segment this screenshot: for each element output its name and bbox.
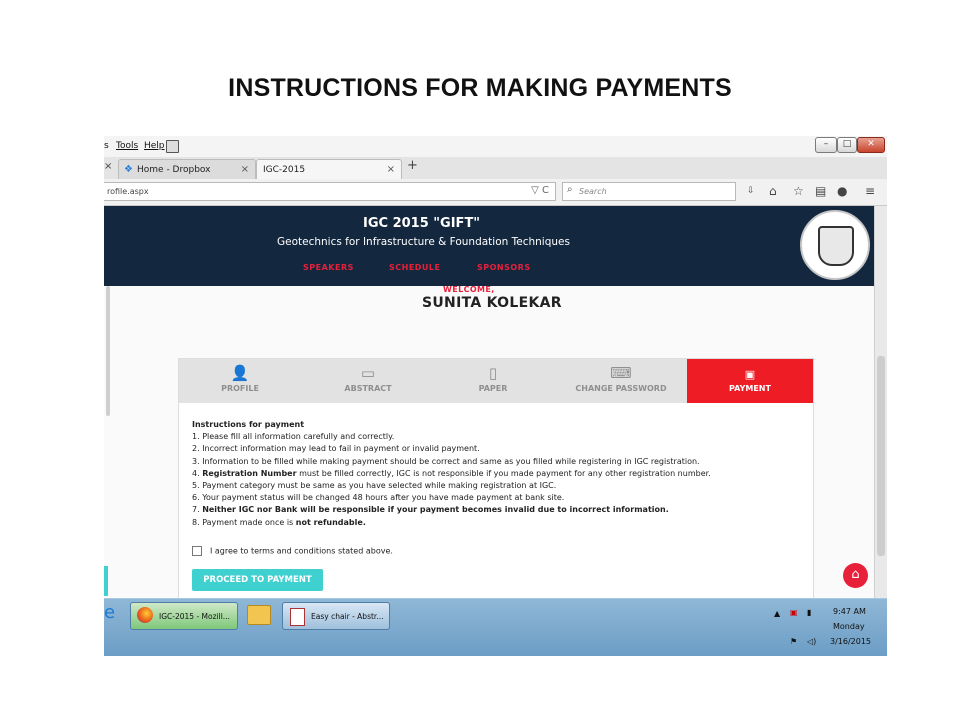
clipboard-icon[interactable]: ▤	[815, 185, 826, 197]
tab-bar: × ❖ Home - Dropbox × IGC-2015 × +	[104, 157, 887, 180]
instruction-item: 8. Payment made once is not refundable.	[192, 517, 366, 527]
close-icon[interactable]: ×	[241, 164, 249, 175]
web-page: IGC 2015 "GIFT" Geotechnics for Infrastr…	[104, 206, 874, 610]
payment-card: 👤 PROFILE ▭ ABSTRACT ▯ PAPER ⌨ CHANGE PA…	[178, 358, 814, 610]
tab-label: IGC-2015	[263, 165, 306, 175]
printer-icon[interactable]	[166, 140, 179, 153]
minimize-button[interactable]: –	[815, 137, 837, 153]
maximize-button[interactable]: □	[837, 137, 857, 153]
instruction-item: 1. Please fill all information carefully…	[192, 432, 395, 442]
step-tabs: 👤 PROFILE ▭ ABSTRACT ▯ PAPER ⌨ CHANGE PA…	[179, 359, 813, 403]
clock-date: 3/16/2015	[830, 637, 872, 646]
welcome-label: WELCOME,	[443, 285, 495, 294]
menu-bar: s Tools Help – □ ✕	[104, 136, 887, 157]
folder-icon[interactable]	[247, 605, 271, 625]
internet-explorer-icon[interactable]: e	[104, 602, 115, 623]
windows-taskbar: e IGC-2015 - Mozill... Easy chair - Abst…	[104, 598, 887, 656]
search-input[interactable]: ⌕ Search	[562, 182, 736, 201]
nav-schedule[interactable]: SCHEDULE	[389, 263, 441, 272]
site-header: IGC 2015 "GIFT" Geotechnics for Infrastr…	[104, 206, 874, 286]
tab-close-icon[interactable]: ×	[104, 161, 112, 172]
user-icon: 👤	[230, 364, 250, 382]
conference-logo	[800, 210, 870, 280]
nav-speakers[interactable]: SPEAKERS	[303, 263, 354, 272]
keyboard-icon: ⌨	[610, 364, 632, 382]
clock-day: Monday	[833, 622, 865, 631]
screenshot: s Tools Help – □ ✕ × ❖ Home - Dropbox × …	[104, 136, 887, 656]
clock-time[interactable]: 9:47 AM	[833, 607, 866, 616]
instruction-item: 7. Neither IGC nor Bank will be responsi…	[192, 505, 669, 515]
tab-label: CHANGE PASSWORD	[575, 384, 667, 393]
taskbar-firefox[interactable]: IGC-2015 - Mozill...	[130, 602, 238, 630]
document-icon: ▭	[360, 364, 376, 382]
menu-item-partial[interactable]: s	[104, 141, 109, 151]
menu-icon[interactable]: ≡	[865, 185, 875, 197]
flag-icon[interactable]: ⚑	[790, 637, 797, 646]
volume-icon[interactable]: ◁)	[807, 637, 816, 646]
dropbox-icon: ❖	[124, 164, 133, 175]
payment-instructions: Instructions for payment 1. Please fill …	[192, 419, 802, 529]
tab-payment[interactable]: ▣ PAYMENT	[687, 359, 813, 403]
tray-arrow-icon[interactable]: ▲	[774, 609, 780, 618]
tab-label: ABSTRACT	[344, 384, 392, 393]
tab-igc-2015[interactable]: IGC-2015 ×	[256, 159, 402, 179]
document-icon	[290, 608, 305, 626]
close-window-button[interactable]: ✕	[857, 137, 885, 153]
search-placeholder: Search	[579, 187, 607, 196]
site-title: IGC 2015 "GIFT"	[363, 216, 481, 231]
menu-item-tools[interactable]: Tools	[116, 141, 138, 151]
tab-abstract[interactable]: ▭ ABSTRACT	[305, 359, 431, 403]
instructions-heading: Instructions for payment	[192, 420, 305, 429]
terms-label: I agree to terms and conditions stated a…	[210, 546, 393, 556]
tab-profile[interactable]: 👤 PROFILE	[179, 359, 301, 403]
url-input[interactable]: rofile.aspx ▽ C	[104, 182, 556, 201]
reload-icon[interactable]: ▽ C	[531, 185, 549, 196]
user-name: SUNITA KOLEKAR	[422, 295, 562, 311]
tab-dropbox[interactable]: ❖ Home - Dropbox ×	[118, 159, 256, 179]
terms-agreement: I agree to terms and conditions stated a…	[192, 546, 393, 556]
home-icon[interactable]: ⌂	[769, 185, 777, 197]
instruction-item: 6. Your payment status will be changed 4…	[192, 493, 565, 503]
url-text: rofile.aspx	[107, 187, 149, 196]
instruction-item: 2. Incorrect information may lead to fai…	[192, 444, 480, 454]
download-icon[interactable]: ⇩	[747, 185, 755, 197]
slide-title: INSTRUCTIONS FOR MAKING PAYMENTS	[228, 74, 732, 102]
taskbar-label: Easy chair - Abstr...	[311, 612, 384, 621]
battery-icon[interactable]: ▮	[807, 608, 811, 617]
site-subtitle: Geotechnics for Infrastructure & Foundat…	[277, 236, 570, 248]
scrollbar-thumb[interactable]	[877, 356, 885, 556]
side-tab[interactable]	[104, 566, 108, 596]
close-icon[interactable]: ×	[387, 164, 395, 175]
navigation-bar: rofile.aspx ▽ C ⌕ Search ⇩ ⌂ ☆ ▤ ● ≡	[104, 179, 887, 206]
search-icon: ⌕	[567, 184, 573, 195]
instruction-item: 4. Registration Number must be filled co…	[192, 468, 711, 478]
tab-label: PROFILE	[221, 384, 259, 393]
tab-paper[interactable]: ▯ PAPER	[431, 359, 555, 403]
taskbar-easychair[interactable]: Easy chair - Abstr...	[282, 602, 390, 630]
pdf-icon: ▯	[488, 364, 498, 382]
proceed-to-payment-button[interactable]: PROCEED TO PAYMENT	[192, 569, 323, 591]
tab-label: PAPER	[478, 384, 508, 393]
nav-sponsors[interactable]: SPONSORS	[477, 263, 531, 272]
page-scrollbar[interactable]	[874, 206, 887, 598]
star-icon[interactable]: ☆	[793, 185, 804, 197]
new-tab-button[interactable]: +	[407, 158, 418, 173]
left-scrollbar[interactable]	[106, 286, 110, 416]
firefox-icon	[137, 607, 153, 623]
tab-label: Home - Dropbox	[137, 165, 211, 175]
tab-label: PAYMENT	[729, 384, 771, 393]
crest-icon	[818, 226, 854, 266]
taskbar-label: IGC-2015 - Mozill...	[159, 612, 230, 621]
network-icon[interactable]: ▣	[790, 608, 798, 617]
terms-checkbox[interactable]	[192, 546, 202, 556]
tab-change-password[interactable]: ⌨ CHANGE PASSWORD	[555, 359, 687, 403]
money-icon: ▣	[744, 368, 756, 381]
chat-icon[interactable]: ●	[837, 185, 847, 197]
home-icon[interactable]: ⌂	[843, 563, 868, 588]
instruction-item: 5. Payment category must be same as you …	[192, 481, 557, 491]
menu-item-help[interactable]: Help	[144, 141, 165, 151]
instruction-item: 3. Information to be filled while making…	[192, 456, 700, 466]
